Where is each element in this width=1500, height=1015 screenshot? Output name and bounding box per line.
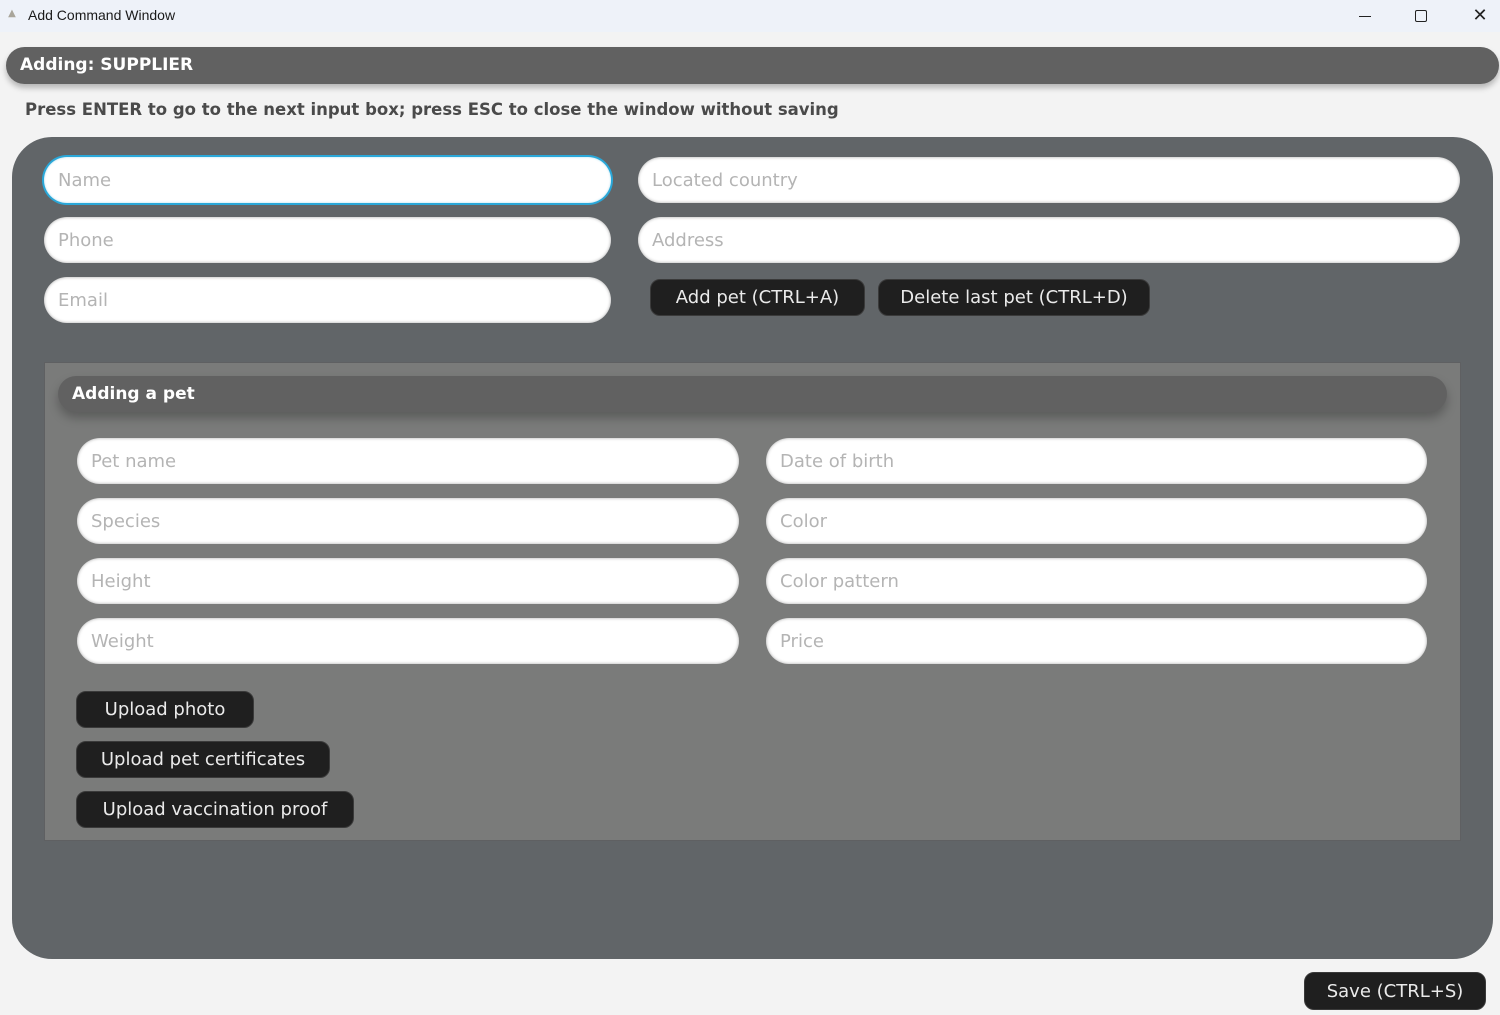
upload-photo-button[interactable]: Upload photo [76, 691, 254, 728]
email-input[interactable] [44, 277, 611, 323]
date-of-birth-input[interactable] [766, 438, 1427, 484]
delete-last-pet-button[interactable]: Delete last pet (CTRL+D) [878, 279, 1150, 316]
located-country-input[interactable] [638, 157, 1460, 203]
minimize-button[interactable] [1342, 0, 1388, 32]
close-button[interactable]: ✕ [1457, 0, 1500, 32]
address-input[interactable] [638, 217, 1460, 263]
pet-name-input[interactable] [77, 438, 739, 484]
pet-form-panel: Adding a pet Upload photo Upload pet cer… [44, 362, 1461, 841]
page-header: Adding: SUPPLIER [6, 47, 1499, 84]
add-pet-button[interactable]: Add pet (CTRL+A) [650, 279, 865, 316]
upload-pet-certificates-button[interactable]: Upload pet certificates [76, 741, 330, 778]
app-logo-icon: ▲ [8, 8, 16, 19]
maximize-icon [1415, 10, 1427, 22]
close-icon: ✕ [1472, 5, 1488, 26]
phone-input[interactable] [44, 217, 611, 263]
color-pattern-input[interactable] [766, 558, 1427, 604]
pet-form-title: Adding a pet [58, 376, 1447, 412]
save-button[interactable]: Save (CTRL+S) [1304, 972, 1486, 1010]
name-input[interactable] [44, 157, 611, 203]
species-input[interactable] [77, 498, 739, 544]
minimize-icon [1359, 15, 1371, 17]
maximize-button[interactable] [1398, 0, 1444, 32]
color-input[interactable] [766, 498, 1427, 544]
window-title: Add Command Window [28, 7, 176, 23]
instructions-text: Press ENTER to go to the next input box;… [25, 100, 839, 119]
weight-input[interactable] [77, 618, 739, 664]
height-input[interactable] [77, 558, 739, 604]
price-input[interactable] [766, 618, 1427, 664]
title-bar: ▲ Add Command Window ✕ [0, 0, 1500, 32]
upload-vaccination-proof-button[interactable]: Upload vaccination proof [76, 791, 354, 828]
